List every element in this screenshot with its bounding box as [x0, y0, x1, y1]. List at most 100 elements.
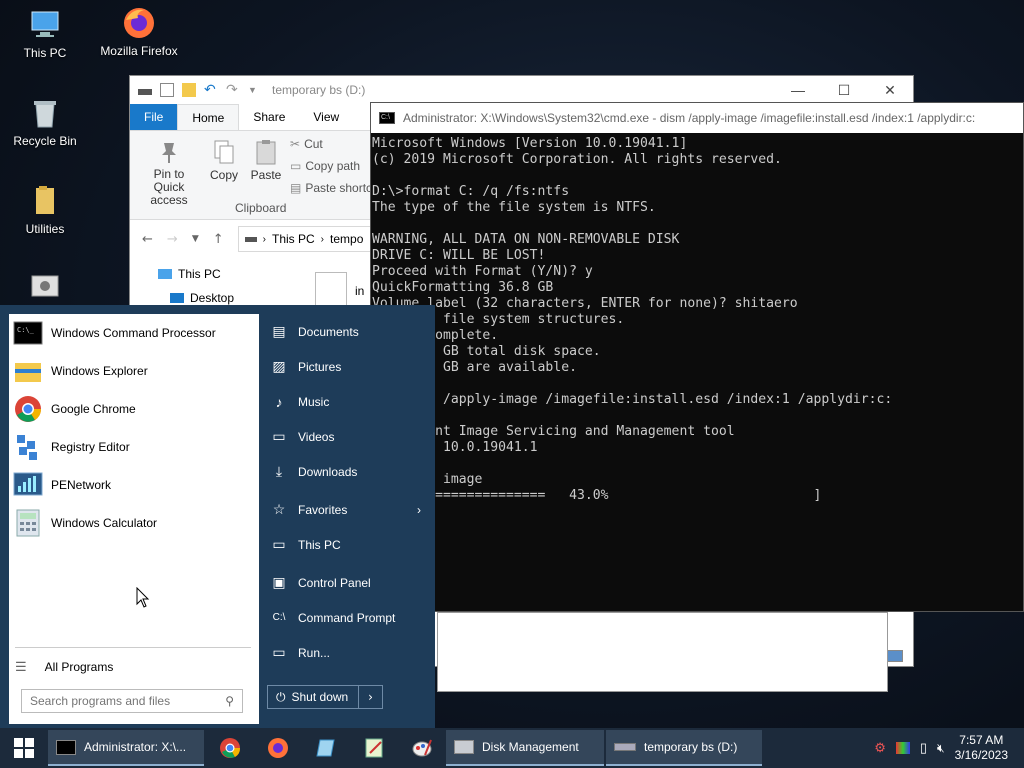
pin-quick-access-button[interactable]: Pin to Quick access — [138, 139, 200, 207]
start-item-control-panel[interactable]: ▣ Control Panel — [262, 565, 435, 600]
disk-management-window[interactable] — [437, 612, 888, 692]
start-item-downloads[interactable]: ⤓ Downloads — [262, 454, 435, 489]
taskbar-pin-chrome[interactable] — [206, 728, 254, 768]
taskbar-item-disk-management[interactable]: Disk Management — [446, 730, 604, 766]
cmd-icon: C:\ — [379, 112, 395, 124]
console-line: [===================== 43.0% ] — [372, 488, 822, 503]
desktop-icon-recycle-bin[interactable]: Recycle Bin — [0, 96, 90, 148]
nav-item-this-pc[interactable]: This PC — [130, 262, 290, 286]
start-item-pictures[interactable]: ▨ Pictures — [262, 349, 435, 384]
address-bar[interactable]: › This PC › tempo — [237, 226, 388, 252]
start-item-run[interactable]: ▭ Run... — [262, 635, 435, 670]
taskbar-pin-firefox[interactable] — [254, 728, 302, 768]
usb-icon[interactable]: ▯ — [920, 740, 927, 756]
copy-path-button[interactable]: ▭ Copy path — [290, 159, 360, 173]
start-item-music[interactable]: ♪ Music — [262, 384, 435, 419]
volume-muted-icon[interactable]: 🔇︎ — [937, 741, 945, 756]
search-input[interactable] — [30, 694, 226, 708]
desktop-icon-utilities[interactable]: Utilities — [0, 184, 90, 236]
breadcrumb-current[interactable]: tempo — [330, 232, 363, 246]
scissors-icon: ✂ — [290, 137, 301, 151]
network-tools-icon[interactable]: ⚙ — [874, 740, 886, 756]
program-item-chrome[interactable]: Google Chrome — [9, 390, 259, 428]
breadcrumb-this-pc[interactable]: This PC — [272, 232, 315, 246]
start-item-command-prompt[interactable]: C:\ Command Prompt — [262, 600, 435, 635]
taskbar-pin-editor[interactable] — [350, 728, 398, 768]
taskbar-item-explorer[interactable]: temporary bs (D:) — [606, 730, 762, 766]
desktop-icon-label: Mozilla Firefox — [100, 44, 178, 58]
shutdown-button[interactable]: ⏻ Shut down — [267, 685, 359, 709]
close-button[interactable]: ✕ — [867, 76, 913, 104]
paste-button[interactable]: Paste — [248, 139, 284, 182]
firefox-icon — [268, 738, 288, 758]
clock[interactable]: 7:57 AM 3/16/2023 — [955, 733, 1008, 763]
taskbar-pin-paint[interactable] — [398, 728, 446, 768]
console-line: 36.8 GB total disk space. — [372, 344, 601, 359]
shutdown-options-button[interactable]: › — [359, 685, 383, 709]
all-programs-button[interactable]: ☰ All Programs — [15, 655, 113, 679]
back-arrow-icon[interactable]: ← — [142, 232, 153, 247]
cmd-titlebar: C:\ Administrator: X:\Windows\System32\c… — [371, 103, 1023, 133]
run-icon: ▭ — [272, 644, 286, 660]
cmd-window-title: Administrator: X:\Windows\System32\cmd.e… — [403, 111, 976, 125]
forward-arrow-icon[interactable]: → — [167, 232, 178, 247]
large-icons-view-icon[interactable] — [887, 650, 903, 662]
network-icon — [13, 470, 43, 500]
chevron-down-icon[interactable]: ▼ — [248, 83, 262, 97]
program-item-regedit[interactable]: Registry Editor — [9, 428, 259, 466]
desktop-icon-this-pc[interactable]: This PC — [0, 8, 90, 60]
drive-icon — [244, 236, 257, 242]
divider — [15, 647, 251, 648]
desktop-folder-icon — [170, 293, 184, 303]
start-button[interactable] — [0, 728, 48, 768]
console-line: Applying image — [372, 472, 483, 487]
recent-chevron-icon[interactable]: ▼ — [192, 234, 199, 244]
program-item-calculator[interactable]: Windows Calculator — [9, 504, 259, 542]
console-line: Volume label (32 characters, ENTER for n… — [372, 296, 798, 311]
folder-icon — [28, 184, 62, 218]
tab-view[interactable]: View — [299, 104, 353, 130]
up-arrow-icon[interactable]: ↑ — [213, 232, 224, 247]
desktop-icon-firefox[interactable]: Mozilla Firefox — [94, 6, 184, 58]
maximize-button[interactable]: ☐ — [821, 76, 867, 104]
program-item-penetwork[interactable]: PENetwork — [9, 466, 259, 504]
taskbar-item-cmd[interactable]: Administrator: X:\... — [48, 730, 204, 766]
console-line: DRIVE C: WILL BE LOST! — [372, 248, 546, 263]
search-icon[interactable]: ⚲ — [225, 694, 234, 708]
minimize-button[interactable]: — — [775, 76, 821, 104]
console-line: Proceed with Format (Y/N)? y — [372, 264, 593, 279]
drive-icon[interactable] — [138, 89, 152, 95]
documents-icon: ▤ — [272, 323, 286, 339]
cut-button[interactable]: ✂ Cut — [290, 137, 323, 151]
tab-file[interactable]: File — [130, 104, 178, 130]
console-line: (c) 2019 Microsoft Corporation. All righ… — [372, 152, 782, 167]
properties-icon[interactable] — [160, 83, 174, 97]
tab-home[interactable]: Home — [177, 104, 240, 130]
copy-button[interactable]: Copy — [206, 139, 242, 182]
paste-shortcut-button[interactable]: ▤ Paste shortcut — [290, 181, 382, 195]
mouse-cursor-icon — [136, 586, 150, 613]
start-item-videos[interactable]: ▭ Videos — [262, 419, 435, 454]
start-item-favorites[interactable]: ☆ Favorites › — [262, 492, 435, 527]
display-icon[interactable] — [895, 742, 910, 754]
tab-share[interactable]: Share — [239, 104, 299, 130]
new-folder-icon[interactable] — [182, 83, 196, 97]
recycle-bin-icon — [28, 96, 62, 130]
start-item-documents[interactable]: ▤ Documents — [262, 314, 435, 349]
undo-icon[interactable]: ↶ — [204, 82, 218, 97]
start-item-this-pc[interactable]: ▭ This PC — [262, 527, 435, 562]
redo-icon[interactable]: ↷ — [226, 82, 240, 97]
cmd-console-output[interactable]: Microsoft Windows [Version 10.0.19041.1]… — [371, 133, 1023, 611]
taskbar-pin-notepad[interactable] — [302, 728, 350, 768]
computer-icon — [28, 8, 62, 42]
chrome-icon — [220, 738, 241, 758]
system-tray: ⚙ ▯ 🔇︎ 7:57 AM 3/16/2023 — [874, 728, 1024, 768]
console-line: D:\>format C: /q /fs:ntfs — [372, 184, 570, 199]
start-search-box[interactable]: ⚲ — [21, 689, 243, 713]
cmd-window[interactable]: C:\ Administrator: X:\Windows\System32\c… — [370, 102, 1024, 612]
copy-icon — [213, 139, 235, 165]
control-panel-icon: ▣ — [272, 574, 286, 590]
program-item-explorer[interactable]: Windows Explorer — [9, 352, 259, 390]
program-item-cmd[interactable]: C:\_ Windows Command Processor — [9, 314, 259, 352]
